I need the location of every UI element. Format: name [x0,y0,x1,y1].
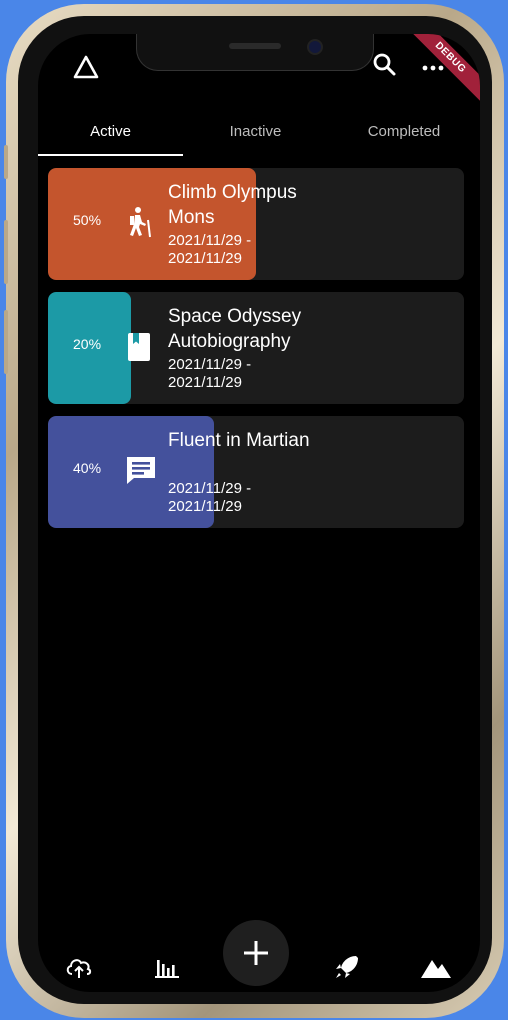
goal-dates: 2021/11/29 - 2021/11/29 [168,480,252,515]
phone-side-button [4,145,8,179]
goal-percent: 20% [73,336,102,352]
bottom-nav [38,920,480,992]
phone-volume-up [4,220,8,284]
goal-dates: 2021/11/29 - 2021/11/29 [168,356,252,391]
more-icon[interactable] [422,60,444,71]
book-icon [124,330,154,362]
tab-bar: Active Inactive Completed [38,112,480,156]
goal-dates: 2021/11/29 - 2021/11/29 [168,232,252,267]
triangle-logo-icon[interactable] [72,54,100,80]
app-screen: DEBUG Active Inactive Completed 50% Clim… [38,34,480,992]
goal-title: Space Odyssey Autobiography [168,306,302,352]
speaker [229,43,281,49]
mountain-icon[interactable] [419,952,453,982]
goal-title: Climb Olympus Mons [168,182,297,228]
add-icon [244,941,268,965]
goal-title: Fluent in Martian [168,430,310,451]
search-icon[interactable] [372,52,398,78]
goal-card[interactable]: 40% Fluent in Martian 2021/11/29 - 2021/… [48,416,464,528]
add-button[interactable] [223,920,289,986]
bar-chart-icon[interactable] [153,952,183,982]
rocket-icon[interactable] [332,952,362,982]
tab-indicator [38,154,183,156]
chat-icon [124,454,155,486]
goal-card[interactable]: 20% Space Odyssey Autobiography 2021/11/… [48,292,464,404]
hiking-icon [124,206,154,238]
cloud-upload-icon[interactable] [64,952,94,982]
tab-inactive[interactable]: Inactive [183,112,328,156]
notch [136,34,374,71]
goal-percent: 50% [73,212,102,228]
camera [307,39,323,55]
phone-volume-down [4,310,8,374]
tab-active[interactable]: Active [38,112,183,156]
goal-card[interactable]: 50% Climb Olympus Mons 2021/11/29 - 2021… [48,168,464,280]
tab-completed[interactable]: Completed [328,112,480,156]
goal-percent: 40% [73,460,102,476]
